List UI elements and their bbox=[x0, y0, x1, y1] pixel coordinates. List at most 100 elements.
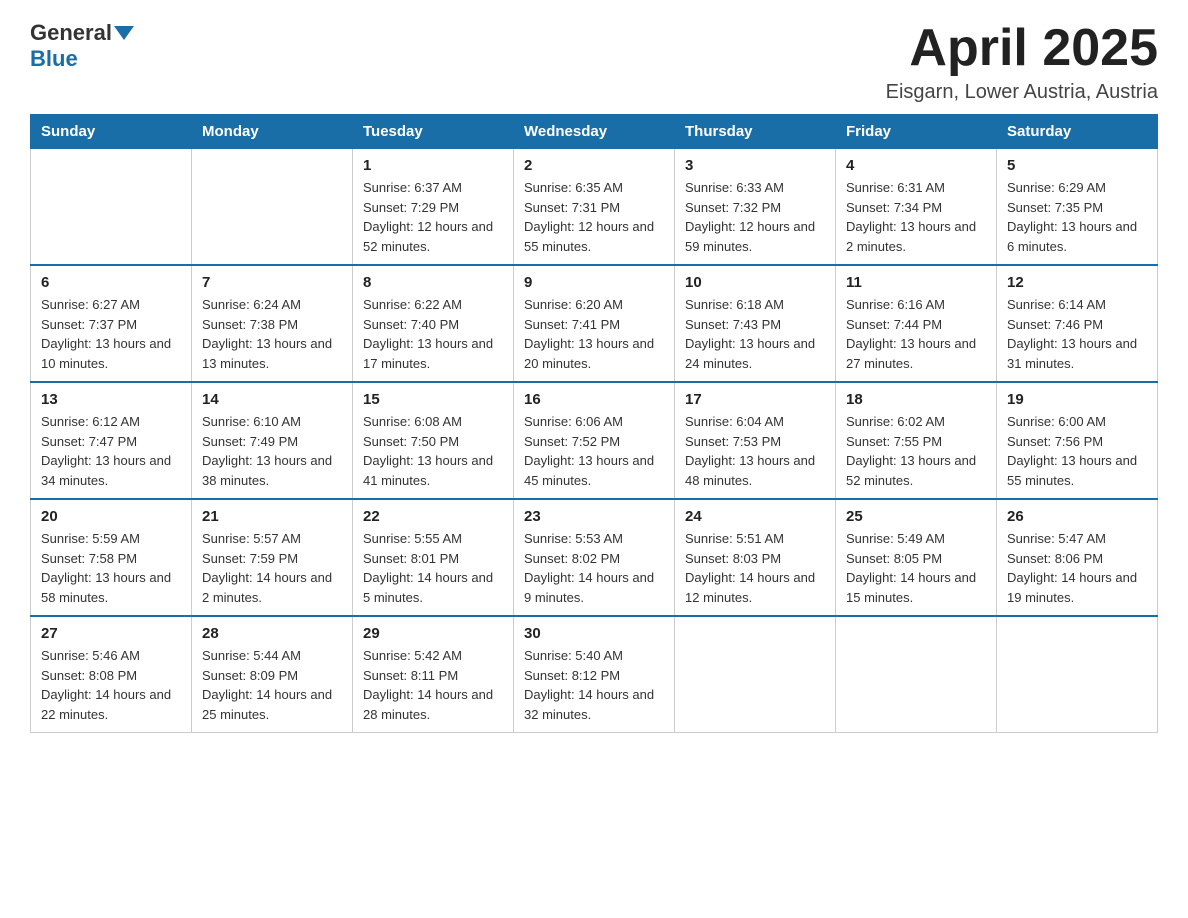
day-info: Sunrise: 6:27 AM Sunset: 7:37 PM Dayligh… bbox=[41, 295, 181, 373]
logo: General Blue bbox=[30, 20, 136, 72]
day-number: 8 bbox=[363, 274, 503, 291]
day-info: Sunrise: 6:00 AM Sunset: 7:56 PM Dayligh… bbox=[1007, 412, 1147, 490]
day-number: 23 bbox=[524, 508, 664, 525]
day-number: 21 bbox=[202, 508, 342, 525]
day-info: Sunrise: 5:57 AM Sunset: 7:59 PM Dayligh… bbox=[202, 529, 342, 607]
day-info: Sunrise: 6:29 AM Sunset: 7:35 PM Dayligh… bbox=[1007, 178, 1147, 256]
calendar-day-header: Friday bbox=[836, 115, 997, 149]
day-info: Sunrise: 6:10 AM Sunset: 7:49 PM Dayligh… bbox=[202, 412, 342, 490]
day-number: 17 bbox=[685, 391, 825, 408]
day-number: 7 bbox=[202, 274, 342, 291]
day-number: 20 bbox=[41, 508, 181, 525]
calendar-day-header: Saturday bbox=[997, 115, 1158, 149]
logo-blue-text: Blue bbox=[30, 46, 78, 72]
calendar-day-cell: 27 Sunrise: 5:46 AM Sunset: 8:08 PM Dayli… bbox=[31, 616, 192, 733]
day-number: 24 bbox=[685, 508, 825, 525]
calendar-day-cell: 10Sunrise: 6:18 AM Sunset: 7:43 PM Dayli… bbox=[675, 265, 836, 382]
day-number: 13 bbox=[41, 391, 181, 408]
calendar-header-row: SundayMondayTuesdayWednesdayThursdayFrid… bbox=[31, 115, 1158, 149]
calendar-day-cell bbox=[192, 149, 353, 266]
day-info: Sunrise: 6:16 AM Sunset: 7:44 PM Dayligh… bbox=[846, 295, 986, 373]
month-title: April 2025 bbox=[886, 20, 1158, 77]
day-number: 16 bbox=[524, 391, 664, 408]
day-number: 9 bbox=[524, 274, 664, 291]
day-info: Sunrise: 6:37 AM Sunset: 7:29 PM Dayligh… bbox=[363, 178, 503, 256]
day-info: Sunrise: 6:31 AM Sunset: 7:34 PM Dayligh… bbox=[846, 178, 986, 256]
logo-arrow-icon bbox=[114, 26, 134, 40]
day-info: Sunrise: 6:02 AM Sunset: 7:55 PM Dayligh… bbox=[846, 412, 986, 490]
day-number: 2 bbox=[524, 157, 664, 174]
day-number: 27 bbox=[41, 625, 181, 642]
title-section: April 2025 Eisgarn, Lower Austria, Austr… bbox=[886, 20, 1158, 104]
day-number: 12 bbox=[1007, 274, 1147, 291]
day-number: 14 bbox=[202, 391, 342, 408]
calendar-body: 1 Sunrise: 6:37 AM Sunset: 7:29 PM Daylig… bbox=[31, 149, 1158, 733]
day-number: 5 bbox=[1007, 157, 1147, 174]
calendar-week-row: 27 Sunrise: 5:46 AM Sunset: 8:08 PM Dayli… bbox=[31, 616, 1158, 733]
day-number: 25 bbox=[846, 508, 986, 525]
day-info: Sunrise: 6:18 AM Sunset: 7:43 PM Dayligh… bbox=[685, 295, 825, 373]
calendar-day-cell: 29 Sunrise: 5:42 AM Sunset: 8:11 PM Dayli… bbox=[353, 616, 514, 733]
day-info: Sunrise: 6:22 AM Sunset: 7:40 PM Dayligh… bbox=[363, 295, 503, 373]
location-subtitle: Eisgarn, Lower Austria, Austria bbox=[886, 81, 1158, 104]
calendar-day-cell: 14 Sunrise: 6:10 AM Sunset: 7:49 PM Dayli… bbox=[192, 382, 353, 499]
calendar-day-cell: 1 Sunrise: 6:37 AM Sunset: 7:29 PM Daylig… bbox=[353, 149, 514, 266]
calendar-day-cell: 21 Sunrise: 5:57 AM Sunset: 7:59 PM Dayli… bbox=[192, 499, 353, 616]
calendar-day-cell: 2 Sunrise: 6:35 AM Sunset: 7:31 PM Daylig… bbox=[514, 149, 675, 266]
day-info: Sunrise: 5:55 AM Sunset: 8:01 PM Dayligh… bbox=[363, 529, 503, 607]
day-info: Sunrise: 5:42 AM Sunset: 8:11 PM Dayligh… bbox=[363, 646, 503, 724]
day-info: Sunrise: 6:12 AM Sunset: 7:47 PM Dayligh… bbox=[41, 412, 181, 490]
logo-general-text: General bbox=[30, 20, 112, 46]
calendar-day-cell: 30Sunrise: 5:40 AM Sunset: 8:12 PM Dayli… bbox=[514, 616, 675, 733]
day-number: 6 bbox=[41, 274, 181, 291]
day-number: 3 bbox=[685, 157, 825, 174]
calendar-day-cell: 18Sunrise: 6:02 AM Sunset: 7:55 PM Dayli… bbox=[836, 382, 997, 499]
calendar-day-cell: 11 Sunrise: 6:16 AM Sunset: 7:44 PM Dayli… bbox=[836, 265, 997, 382]
day-number: 28 bbox=[202, 625, 342, 642]
day-info: Sunrise: 5:47 AM Sunset: 8:06 PM Dayligh… bbox=[1007, 529, 1147, 607]
day-number: 1 bbox=[363, 157, 503, 174]
calendar-day-cell: 9 Sunrise: 6:20 AM Sunset: 7:41 PM Daylig… bbox=[514, 265, 675, 382]
calendar-day-cell: 26Sunrise: 5:47 AM Sunset: 8:06 PM Dayli… bbox=[997, 499, 1158, 616]
day-number: 19 bbox=[1007, 391, 1147, 408]
day-info: Sunrise: 5:44 AM Sunset: 8:09 PM Dayligh… bbox=[202, 646, 342, 724]
day-info: Sunrise: 6:04 AM Sunset: 7:53 PM Dayligh… bbox=[685, 412, 825, 490]
page-header: General Blue April 2025 Eisgarn, Lower A… bbox=[30, 20, 1158, 104]
day-info: Sunrise: 5:51 AM Sunset: 8:03 PM Dayligh… bbox=[685, 529, 825, 607]
day-info: Sunrise: 6:20 AM Sunset: 7:41 PM Dayligh… bbox=[524, 295, 664, 373]
day-number: 15 bbox=[363, 391, 503, 408]
day-info: Sunrise: 6:14 AM Sunset: 7:46 PM Dayligh… bbox=[1007, 295, 1147, 373]
day-info: Sunrise: 6:24 AM Sunset: 7:38 PM Dayligh… bbox=[202, 295, 342, 373]
calendar-day-cell: 4Sunrise: 6:31 AM Sunset: 7:34 PM Daylig… bbox=[836, 149, 997, 266]
calendar-day-cell: 19 Sunrise: 6:00 AM Sunset: 7:56 PM Dayli… bbox=[997, 382, 1158, 499]
day-number: 30 bbox=[524, 625, 664, 642]
calendar-day-cell: 12 Sunrise: 6:14 AM Sunset: 7:46 PM Dayli… bbox=[997, 265, 1158, 382]
day-info: Sunrise: 6:33 AM Sunset: 7:32 PM Dayligh… bbox=[685, 178, 825, 256]
day-info: Sunrise: 5:46 AM Sunset: 8:08 PM Dayligh… bbox=[41, 646, 181, 724]
day-info: Sunrise: 5:53 AM Sunset: 8:02 PM Dayligh… bbox=[524, 529, 664, 607]
calendar-day-cell: 22 Sunrise: 5:55 AM Sunset: 8:01 PM Dayli… bbox=[353, 499, 514, 616]
calendar-day-header: Sunday bbox=[31, 115, 192, 149]
calendar-day-cell bbox=[997, 616, 1158, 733]
calendar-day-cell: 16Sunrise: 6:06 AM Sunset: 7:52 PM Dayli… bbox=[514, 382, 675, 499]
day-info: Sunrise: 6:35 AM Sunset: 7:31 PM Dayligh… bbox=[524, 178, 664, 256]
calendar-day-header: Wednesday bbox=[514, 115, 675, 149]
calendar-week-row: 20Sunrise: 5:59 AM Sunset: 7:58 PM Dayli… bbox=[31, 499, 1158, 616]
calendar-day-cell bbox=[675, 616, 836, 733]
calendar-day-cell: 13 Sunrise: 6:12 AM Sunset: 7:47 PM Dayli… bbox=[31, 382, 192, 499]
day-number: 22 bbox=[363, 508, 503, 525]
calendar-header: SundayMondayTuesdayWednesdayThursdayFrid… bbox=[31, 115, 1158, 149]
calendar-day-header: Tuesday bbox=[353, 115, 514, 149]
calendar-day-cell: 20Sunrise: 5:59 AM Sunset: 7:58 PM Dayli… bbox=[31, 499, 192, 616]
day-number: 29 bbox=[363, 625, 503, 642]
calendar-day-cell: 5 Sunrise: 6:29 AM Sunset: 7:35 PM Daylig… bbox=[997, 149, 1158, 266]
day-info: Sunrise: 6:08 AM Sunset: 7:50 PM Dayligh… bbox=[363, 412, 503, 490]
calendar-day-cell: 7 Sunrise: 6:24 AM Sunset: 7:38 PM Daylig… bbox=[192, 265, 353, 382]
calendar-day-cell: 17 Sunrise: 6:04 AM Sunset: 7:53 PM Dayli… bbox=[675, 382, 836, 499]
calendar-day-cell bbox=[836, 616, 997, 733]
calendar-day-cell: 15 Sunrise: 6:08 AM Sunset: 7:50 PM Dayli… bbox=[353, 382, 514, 499]
calendar-table: SundayMondayTuesdayWednesdayThursdayFrid… bbox=[30, 114, 1158, 733]
day-number: 11 bbox=[846, 274, 986, 291]
calendar-day-cell: 24 Sunrise: 5:51 AM Sunset: 8:03 PM Dayli… bbox=[675, 499, 836, 616]
calendar-day-cell: 3 Sunrise: 6:33 AM Sunset: 7:32 PM Daylig… bbox=[675, 149, 836, 266]
